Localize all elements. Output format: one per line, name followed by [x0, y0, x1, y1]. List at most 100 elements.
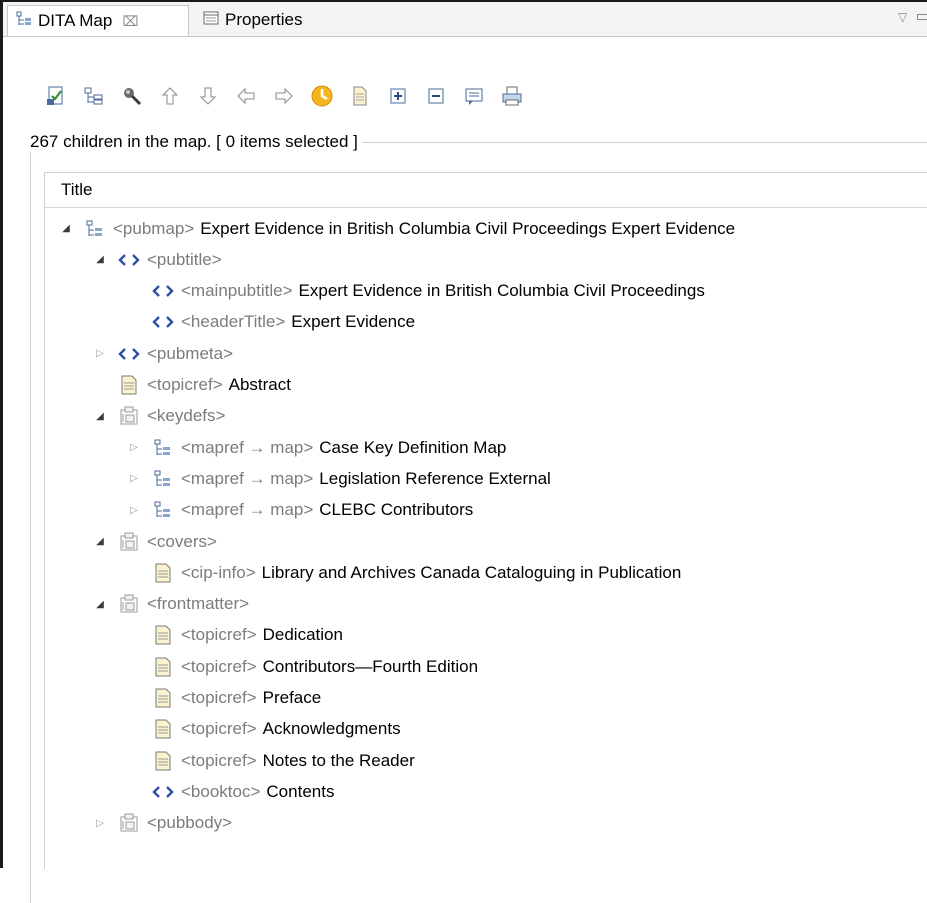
- validate-icon[interactable]: [44, 84, 68, 108]
- collapsed-toggle-icon[interactable]: ▷: [127, 503, 141, 517]
- map-icon: [151, 467, 175, 491]
- element-tag: <mapref → map>: [181, 437, 314, 457]
- close-icon[interactable]: ⌧: [122, 13, 138, 30]
- element-tag: <topicref>: [181, 688, 257, 707]
- window-left-border: [0, 0, 3, 868]
- element-tag: <mapref → map>: [181, 468, 314, 488]
- tree-row[interactable]: ◢ <pubtitle>: [93, 244, 228, 275]
- element-tag: <keydefs>: [147, 406, 226, 426]
- element-title: Dedication: [262, 625, 343, 645]
- tree-row[interactable]: <topicref> Abstract: [93, 370, 291, 401]
- page-icon[interactable]: [348, 84, 372, 108]
- toolbar: [44, 80, 538, 112]
- element-tag: <topicref>: [181, 750, 257, 770]
- comments-icon[interactable]: [462, 84, 486, 108]
- topic-icon: [151, 655, 175, 679]
- arrow-left-icon[interactable]: [234, 84, 258, 108]
- tree-row[interactable]: <booktoc> Contents: [127, 776, 334, 807]
- properties-icon: [203, 10, 219, 31]
- refresh-icon[interactable]: [310, 84, 334, 108]
- map-icon: [83, 217, 107, 241]
- arrow-up-icon[interactable]: [158, 84, 182, 108]
- expanded-toggle-icon[interactable]: ◢: [93, 597, 107, 611]
- element-icon: [117, 342, 141, 366]
- expand-all-icon[interactable]: [386, 84, 410, 108]
- tree-row[interactable]: <topicref> Preface: [127, 683, 321, 714]
- tree-row[interactable]: <topicref> Acknowledgments: [127, 714, 401, 745]
- tree-row[interactable]: ▷ <pubmeta>: [93, 338, 239, 369]
- element-tag: <pubbody>: [147, 813, 233, 833]
- tree-row[interactable]: <topicref> Contributors—Fourth Edition: [127, 651, 478, 682]
- collapsed-toggle-icon[interactable]: ▷: [127, 441, 141, 455]
- expanded-toggle-icon[interactable]: ◢: [93, 253, 107, 267]
- tree-row[interactable]: ▷ <mapref → map> Case Key Definition Map: [127, 432, 506, 463]
- collapsed-toggle-icon[interactable]: ▷: [127, 472, 141, 486]
- collapsed-toggle-icon[interactable]: ▷: [93, 816, 107, 830]
- element-tag: <topicref>: [147, 375, 223, 394]
- element-title: Library and Archives Canada Cataloguing …: [261, 562, 682, 582]
- element-tag: <topicref>: [181, 656, 257, 676]
- map-icon: [151, 436, 175, 460]
- element-title: Contributors—Fourth Edition: [262, 656, 479, 676]
- selection-status: 267 children in the map. [ 0 items selec…: [30, 132, 362, 152]
- element-tag: <frontmatter>: [147, 594, 250, 614]
- topic-icon: [151, 717, 175, 741]
- search-icon[interactable]: [120, 84, 144, 108]
- element-icon: [151, 279, 175, 303]
- topic-icon: [151, 623, 175, 647]
- view-tab-bar: DITA Map ⌧ Properties ▽: [3, 2, 927, 37]
- collapse-all-icon[interactable]: [424, 84, 448, 108]
- tree-row[interactable]: ◢ <frontmatter>: [93, 589, 255, 620]
- minimize-icon[interactable]: [917, 14, 927, 20]
- tree-row[interactable]: <headerTitle> Expert Evidence: [127, 307, 415, 338]
- map-structure-icon[interactable]: [82, 84, 106, 108]
- expanded-toggle-icon[interactable]: ◢: [93, 409, 107, 423]
- column-header-title[interactable]: Title: [45, 173, 927, 208]
- collapsed-toggle-icon[interactable]: ▷: [93, 347, 107, 361]
- element-tag: <topicref>: [181, 719, 257, 739]
- element-title: Preface: [262, 688, 322, 707]
- element-tag: <pubtitle>: [147, 249, 222, 269]
- expanded-toggle-icon[interactable]: ◢: [59, 222, 73, 236]
- tree-row[interactable]: ◢ <covers>: [93, 526, 223, 557]
- tree-row[interactable]: <cip-info> Library and Archives Canada Ca…: [127, 557, 681, 588]
- element-title: Contents: [266, 781, 335, 801]
- element-tag: <booktoc>: [181, 781, 261, 801]
- tree-row[interactable]: ▷ <mapref → map> CLEBC Contributors: [127, 495, 473, 526]
- tree-row[interactable]: <topicref> Dedication: [127, 620, 343, 651]
- map-tree-icon: [16, 11, 32, 32]
- arrow-down-icon[interactable]: [196, 84, 220, 108]
- tree-row[interactable]: <topicref> Notes to the Reader: [127, 745, 415, 776]
- element-title: Notes to the Reader: [262, 750, 415, 770]
- element-icon: [117, 248, 141, 272]
- arrow-right-icon[interactable]: [272, 84, 296, 108]
- element-title: Expert Evidence in British Columbia Civi…: [200, 218, 736, 238]
- tree-row[interactable]: ◢ <keydefs>: [93, 401, 231, 432]
- tab-dita-map[interactable]: DITA Map ⌧: [7, 5, 189, 36]
- element-tag: <covers>: [147, 531, 217, 551]
- view-menu-icon[interactable]: ▽: [898, 10, 907, 24]
- element-title: Abstract: [228, 375, 291, 394]
- element-tag: <topicref>: [181, 625, 257, 645]
- topic-icon: [151, 749, 175, 773]
- element-icon: [151, 780, 175, 804]
- map-icon: [151, 498, 175, 522]
- tree-row[interactable]: ▷ <mapref → map> Legislation Reference Ext…: [127, 463, 551, 494]
- container-icon: [117, 592, 141, 616]
- element-tag: <cip-info>: [181, 562, 256, 582]
- element-title: CLEBC Contributors: [319, 500, 474, 520]
- element-tag: <mainpubtitle>: [181, 281, 293, 301]
- element-tag: <pubmap>: [113, 218, 195, 238]
- container-icon: [117, 404, 141, 428]
- expanded-toggle-icon[interactable]: ◢: [93, 535, 107, 549]
- tree-row[interactable]: ▷ <pubbody>: [93, 808, 238, 839]
- tab-properties[interactable]: Properties: [195, 5, 395, 35]
- element-title: Legislation Reference External: [319, 468, 551, 488]
- map-tree-table[interactable]: Title ◢ <pubmap> Expert Evidence in Britis…: [44, 172, 927, 869]
- topic-icon: [151, 561, 175, 585]
- element-tag: <mapref → map>: [181, 500, 314, 520]
- tab-dita-map-label: DITA Map: [38, 11, 113, 30]
- print-icon[interactable]: [500, 84, 524, 108]
- tree-row[interactable]: ◢ <pubmap> Expert Evidence in British Colu…: [59, 213, 735, 244]
- tree-row[interactable]: <mainpubtitle> Expert Evidence in British…: [127, 276, 705, 307]
